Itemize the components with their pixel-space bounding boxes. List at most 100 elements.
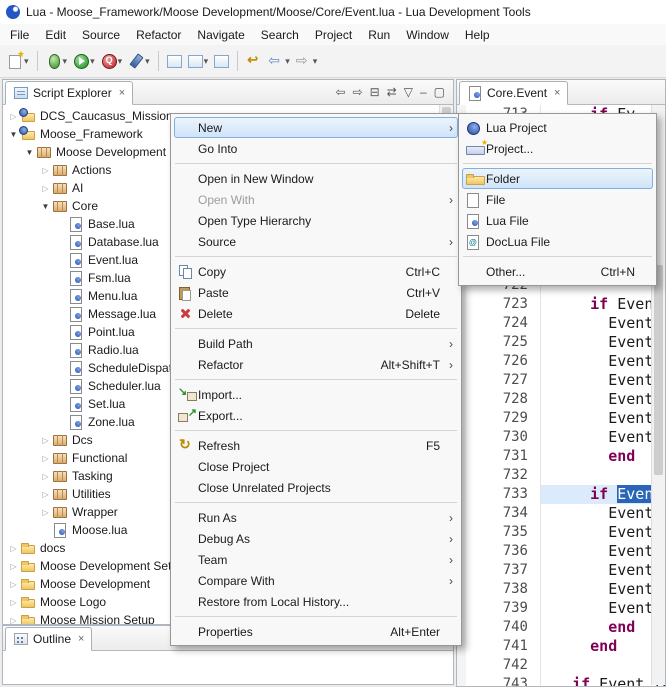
menu-item-open-in-new-window[interactable]: Open in New Window: [174, 168, 458, 189]
back-icon[interactable]: ▾: [265, 51, 293, 71]
lua-icon: [68, 342, 84, 358]
dropdown-icon[interactable]: ▾: [145, 56, 150, 67]
menu-item-file[interactable]: File: [462, 189, 653, 210]
search-flashlight-icon[interactable]: ▾: [125, 51, 153, 71]
back-icon[interactable]: ⇦: [335, 85, 345, 99]
line-number: 734: [466, 504, 541, 523]
expander-icon[interactable]: ▼: [23, 148, 36, 157]
dropdown-icon[interactable]: ▾: [204, 56, 209, 67]
menu-file[interactable]: File: [2, 26, 37, 44]
menu-separator: [463, 256, 652, 257]
expander-icon[interactable]: ▷: [39, 508, 52, 517]
pin-editor-icon[interactable]: [211, 51, 232, 71]
menu-item-label: Refactor: [198, 358, 367, 372]
menu-search[interactable]: Search: [253, 26, 307, 44]
profile-icon[interactable]: ▾: [98, 51, 126, 71]
expander-icon[interactable]: ▷: [39, 184, 52, 193]
forward-icon[interactable]: ⇨: [353, 85, 363, 99]
minimize-icon[interactable]: –: [420, 85, 427, 99]
open-element-icon[interactable]: [164, 51, 185, 71]
last-edit-location-icon[interactable]: [243, 51, 265, 71]
menu-item-delete[interactable]: DeleteDelete: [174, 303, 458, 324]
menu-item-new[interactable]: New›: [174, 117, 458, 138]
tab-outline[interactable]: Outline ×: [5, 627, 92, 651]
expander-icon[interactable]: ▼: [39, 202, 52, 211]
menu-item-team[interactable]: Team›: [174, 549, 458, 570]
forward-icon[interactable]: ▾: [293, 51, 321, 71]
menu-item-build-path[interactable]: Build Path›: [174, 333, 458, 354]
menu-window[interactable]: Window: [398, 26, 457, 44]
menu-navigate[interactable]: Navigate: [189, 26, 252, 44]
expander-icon[interactable]: ▷: [39, 166, 52, 175]
menu-item-label: Paste: [198, 286, 392, 300]
menu-item-copy[interactable]: CopyCtrl+C: [174, 261, 458, 282]
expander-icon[interactable]: ▷: [39, 454, 52, 463]
menu-item-go-into[interactable]: Go Into: [174, 138, 458, 159]
menu-item-close-unrelated-projects[interactable]: Close Unrelated Projects: [174, 477, 458, 498]
menu-item-export[interactable]: Export...: [174, 405, 458, 426]
annotations-icon[interactable]: ▾: [185, 51, 212, 71]
tab-script-explorer[interactable]: Script Explorer ×: [5, 81, 133, 105]
maximize-icon[interactable]: ▢: [434, 85, 445, 99]
close-icon[interactable]: ×: [78, 633, 84, 645]
code-line: 740 end: [457, 618, 665, 637]
close-icon[interactable]: ×: [554, 87, 560, 99]
new-wizard-icon[interactable]: ▾: [4, 51, 32, 71]
menu-item-label: Build Path: [198, 337, 440, 351]
lua-icon: [68, 378, 84, 394]
expander-icon[interactable]: ▷: [7, 598, 20, 607]
code-line: 734 Event.I: [457, 504, 665, 523]
menu-run[interactable]: Run: [360, 26, 398, 44]
menu-item-properties[interactable]: PropertiesAlt+Enter: [174, 621, 458, 642]
collapse-all-icon[interactable]: ⊟: [370, 85, 380, 99]
dropdown-icon[interactable]: ▾: [90, 56, 95, 67]
dropdown-icon[interactable]: ▾: [313, 56, 318, 67]
menu-item-restore-from-local-history[interactable]: Restore from Local History...: [174, 591, 458, 612]
menu-item-project[interactable]: Project...: [462, 138, 653, 159]
expander-icon[interactable]: ▷: [39, 472, 52, 481]
tree-item-label: Event.lua: [88, 253, 138, 267]
menu-help[interactable]: Help: [457, 26, 498, 44]
menu-project[interactable]: Project: [307, 26, 360, 44]
dropdown-icon[interactable]: ▾: [118, 56, 123, 67]
menu-item-source[interactable]: Source›: [174, 231, 458, 252]
menu-item-refactor[interactable]: RefactorAlt+Shift+T›: [174, 354, 458, 375]
expander-icon[interactable]: ▷: [7, 544, 20, 553]
expander-icon[interactable]: ▷: [7, 616, 20, 625]
tab-label: Script Explorer: [33, 86, 112, 100]
menu-shortcut: Delete: [405, 307, 440, 321]
menu-item-doclua-file[interactable]: DocLua File: [462, 231, 653, 252]
menu-item-close-project[interactable]: Close Project: [174, 456, 458, 477]
view-menu-icon[interactable]: ▽: [404, 85, 413, 99]
menu-source[interactable]: Source: [74, 26, 128, 44]
menu-item-lua-project[interactable]: Lua Project: [462, 117, 653, 138]
link-with-editor-icon[interactable]: ⇄: [387, 85, 397, 99]
code-line: 737 Event.I: [457, 561, 665, 580]
expander-icon[interactable]: ▷: [7, 562, 20, 571]
scrollbar-thumb[interactable]: [654, 265, 663, 475]
expander-icon[interactable]: ▷: [39, 436, 52, 445]
menu-item-run-as[interactable]: Run As›: [174, 507, 458, 528]
menu-item-other[interactable]: Other...Ctrl+N: [462, 261, 653, 282]
expander-icon[interactable]: ▷: [39, 490, 52, 499]
menu-item-lua-file[interactable]: Lua File: [462, 210, 653, 231]
code-line: 731 end: [457, 447, 665, 466]
run-icon[interactable]: ▾: [70, 51, 98, 71]
menu-item-compare-with[interactable]: Compare With›: [174, 570, 458, 591]
menu-item-open-type-hierarchy[interactable]: Open Type Hierarchy: [174, 210, 458, 231]
menu-edit[interactable]: Edit: [37, 26, 74, 44]
close-icon[interactable]: ×: [119, 87, 125, 99]
menu-item-refresh[interactable]: RefreshF5: [174, 435, 458, 456]
expander-icon[interactable]: ▷: [7, 580, 20, 589]
menu-item-paste[interactable]: PasteCtrl+V: [174, 282, 458, 303]
debug-icon[interactable]: ▾: [43, 51, 71, 71]
menu-refactor[interactable]: Refactor: [128, 26, 189, 44]
menu-item-import[interactable]: Import...: [174, 384, 458, 405]
dropdown-icon[interactable]: ▾: [285, 56, 290, 67]
tab-core-event[interactable]: Core.Event ×: [459, 81, 568, 105]
lua-icon: [68, 234, 84, 250]
dropdown-icon[interactable]: ▾: [63, 56, 68, 67]
menu-item-debug-as[interactable]: Debug As›: [174, 528, 458, 549]
menu-item-label: Refresh: [198, 439, 412, 453]
menu-item-folder[interactable]: Folder: [462, 168, 653, 189]
